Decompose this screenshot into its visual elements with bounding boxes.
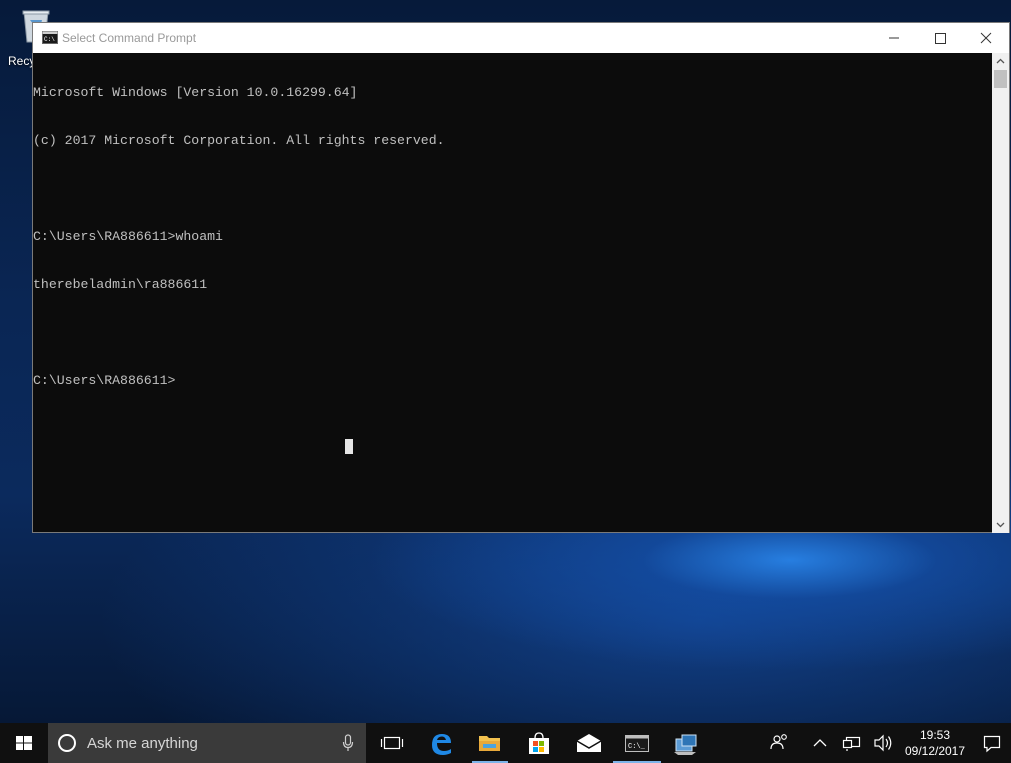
mail-button[interactable] [565,723,613,763]
volume-button[interactable] [870,723,896,763]
store-icon [529,732,549,754]
file-explorer-icon [479,736,500,751]
edge-button[interactable] [418,723,466,763]
clock[interactable]: 19:53 09/12/2017 [898,727,972,759]
console-line: Microsoft Windows [Version 10.0.16299.64… [33,85,358,100]
close-button[interactable] [963,23,1009,53]
window-title: Select Command Prompt [62,31,197,45]
scroll-up-button[interactable] [992,53,1009,70]
command-prompt-icon: C:\_ [625,735,649,752]
console-line: C:\Users\RA886611>whoami [33,229,223,244]
file-explorer-button[interactable] [466,723,514,763]
task-view-icon [380,736,404,750]
mail-icon [576,734,602,752]
command-prompt-taskbar-button[interactable]: C:\_ [613,723,661,763]
scroll-down-button[interactable] [992,516,1009,533]
clock-time: 19:53 [919,728,951,742]
show-hidden-icons-button[interactable] [808,723,832,763]
start-button[interactable] [0,723,48,763]
minimize-icon [889,37,899,39]
windows-logo-icon [16,736,32,750]
command-prompt-window[interactable]: C:\ Select Command Prompt Microsoft Wind… [32,22,1010,533]
network-icon [842,736,861,751]
edge-icon [432,734,451,755]
microphone-icon[interactable] [342,734,354,752]
chevron-up-icon [996,58,1005,64]
cortana-icon [57,733,77,753]
maximize-icon [935,33,946,44]
scroll-thumb[interactable] [994,70,1007,88]
minimize-button[interactable] [871,23,917,53]
taskbar: Ask me anything C:\_ 19:53 09/12/2017 [0,723,1011,763]
store-button[interactable] [515,723,563,763]
close-icon [980,32,992,44]
console-line: (c) 2017 Microsoft Corporation. All righ… [33,133,445,148]
people-button[interactable] [766,723,794,763]
vertical-scrollbar[interactable] [992,53,1009,533]
chevron-down-icon [996,522,1005,528]
svg-text:C:\_: C:\_ [628,743,646,751]
people-icon [770,734,787,750]
search-box[interactable]: Ask me anything [48,723,366,763]
command-prompt-icon: C:\ [42,31,58,44]
svg-text:C:\: C:\ [44,36,55,43]
text-cursor [345,439,353,454]
task-view-button[interactable] [368,723,416,763]
server-manager-button[interactable] [662,723,710,763]
console-output[interactable]: Microsoft Windows [Version 10.0.16299.64… [33,53,993,533]
search-placeholder: Ask me anything [87,735,198,752]
network-button[interactable] [840,723,866,763]
server-manager-icon [674,734,697,755]
volume-icon [874,734,892,752]
console-line: therebeladmin\ra886611 [33,277,208,292]
notifications-icon [983,735,1001,753]
chevron-up-icon [813,739,827,747]
title-bar[interactable]: C:\ Select Command Prompt [33,23,1009,53]
console-line: C:\Users\RA886611> [33,373,176,388]
maximize-button[interactable] [917,23,963,53]
action-center-button[interactable] [978,723,1006,763]
clock-date: 09/12/2017 [904,744,966,758]
